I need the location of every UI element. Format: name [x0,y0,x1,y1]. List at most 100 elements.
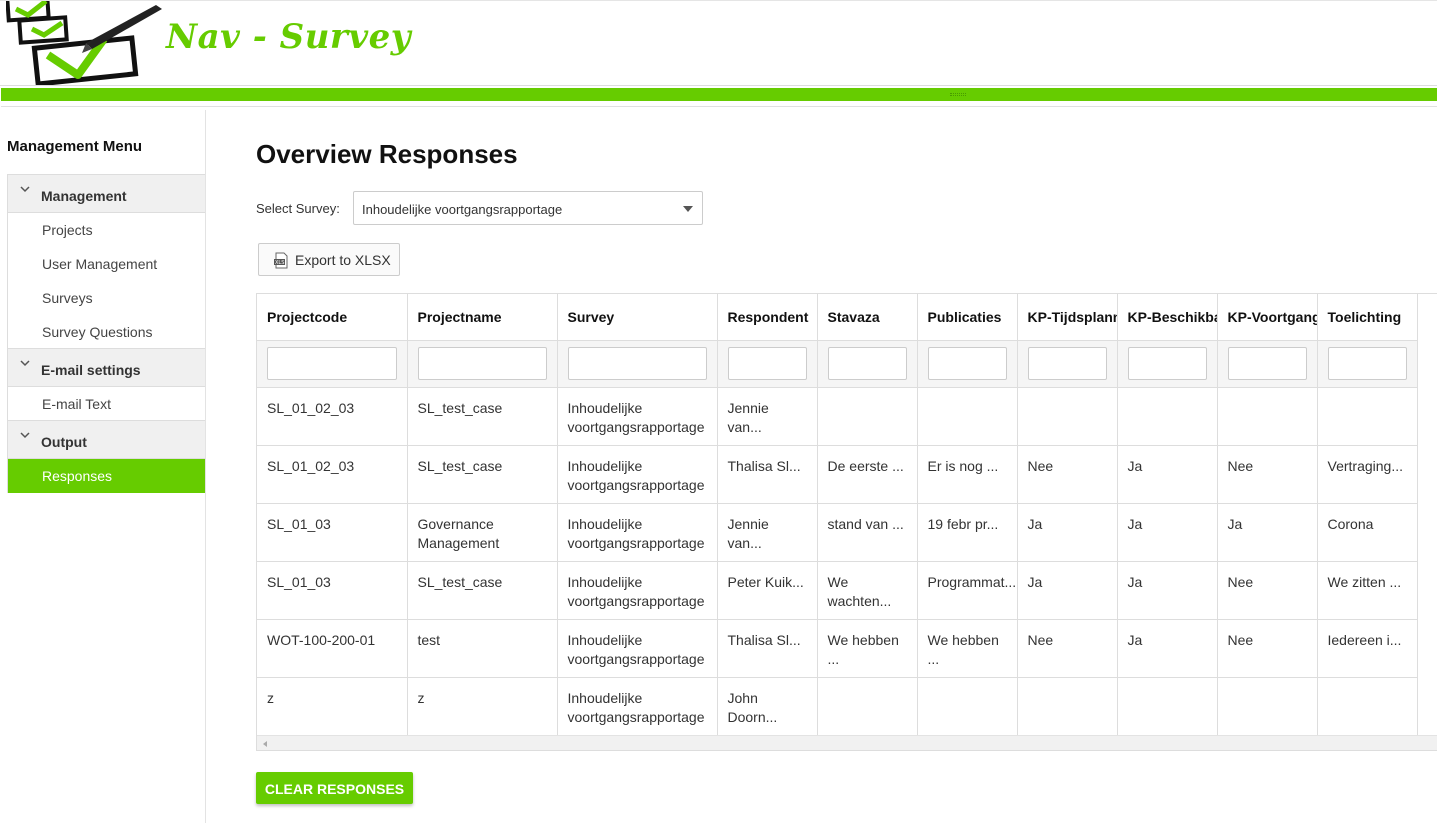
column-header[interactable]: Toelichting [1317,294,1418,341]
table-row[interactable]: SL_01_03 Governance Management Inhoudelijk… [257,503,1418,562]
column-header[interactable]: Projectname [407,294,558,341]
table-cell: Er is nog ... [917,445,1018,504]
sidebar-item-label: Surveys [42,290,93,306]
menu-group-output[interactable]: Output [7,421,205,459]
table-cell: Nee [1017,619,1118,678]
column-filter-input[interactable] [1327,347,1407,380]
select-survey-label: Select Survey: [256,201,340,216]
table-row[interactable]: SL_01_03 SL_test_case Inhoudelijke voortga… [257,561,1418,620]
filter-row [257,340,1418,388]
sidebar-item-responses[interactable]: Responses [7,459,205,493]
table-cell: Corona [1317,503,1418,562]
header-splitter[interactable] [1,88,1437,101]
column-filter-input[interactable] [1227,347,1307,380]
table-cell [1217,677,1318,736]
column-filter-input[interactable] [1027,347,1107,380]
sidebar-title: Management Menu [7,138,143,155]
sidebar-item-email-text[interactable]: E-mail Text [7,387,205,421]
survey-select[interactable]: Inhoudelijke voortgangsrapportage [353,191,703,225]
app-header: Nav - Survey [0,0,1437,86]
header-row: Projectcode Projectname Survey Respondent St… [257,294,1418,341]
checklist-logo-icon [6,1,162,85]
filter-cell [917,340,1018,388]
sidebar-item-user-management[interactable]: User Management [7,247,205,281]
table-cell: Ja [1117,561,1218,620]
column-header[interactable]: KP-Tijdsplanning [1017,294,1118,341]
sidebar-item-label: Survey Questions [42,324,153,340]
sidebar-item-label: E-mail Text [42,396,111,412]
table-cell: Ja [1117,503,1218,562]
splitter-grip-icon[interactable] [950,93,966,96]
column-header[interactable]: Survey [557,294,718,341]
table-cell: stand van ... [817,503,918,562]
column-filter-input[interactable] [417,347,547,380]
menu-group-label: Output [41,434,87,450]
table-cell [1017,677,1118,736]
table-cell: Inhoudelijke voortgangsrapportage [557,561,718,620]
app-logo-text: Nav - Survey [166,17,411,57]
table-cell: SL_01_03 [257,561,408,620]
column-header[interactable]: KP-Voortgang [1217,294,1318,341]
menu-group-management[interactable]: Management [7,175,205,213]
sidebar-item-label: Projects [42,222,93,238]
clear-responses-button[interactable]: CLEAR RESPONSES [256,772,413,804]
table-cell [1117,677,1218,736]
table-cell: Ja [1017,561,1118,620]
table-cell [1217,387,1318,446]
table-row[interactable]: SL_01_02_03 SL_test_case Inhoudelijke voor… [257,445,1418,504]
table-row[interactable]: SL_01_02_03 SL_test_case Inhoudelijke voor… [257,387,1418,446]
responses-table: Projectcode Projectname Survey Respondent St… [257,294,1418,736]
filter-cell [557,340,718,388]
table-cell: John Doorn... [717,677,818,736]
table-cell: 19 febr pr... [917,503,1018,562]
table-cell: We hebben ... [917,619,1018,678]
table-cell: SL_01_03 [257,503,408,562]
sidebar-item-label: User Management [42,256,158,272]
table-cell: We hebben ... [817,619,918,678]
filter-cell [1317,340,1418,388]
column-filter-input[interactable] [927,347,1007,380]
table-cell: Thalisa Sl... [717,619,818,678]
table-cell: Ja [1017,503,1118,562]
table-cell: SL_test_case [407,445,558,504]
column-header[interactable]: Stavaza [817,294,918,341]
menu-group-label: E-mail settings [41,362,141,378]
filter-cell [717,340,818,388]
table-cell: Inhoudelijke voortgangsrapportage [557,619,718,678]
page-title: Overview Responses [256,139,518,169]
menu-group-email-settings[interactable]: E-mail settings [7,349,205,387]
column-filter-input[interactable] [727,347,807,380]
column-header[interactable]: KP-Beschikbaarheid [1117,294,1218,341]
table-cell: Inhoudelijke voortgangsrapportage [557,503,718,562]
column-filter-input[interactable] [827,347,907,380]
table-row[interactable]: WOT-100-200-01 test Inhoudelijke voortgang… [257,619,1418,678]
survey-select-value: Inhoudelijke voortgangsrapportage [362,202,563,217]
table-cell [917,387,1018,446]
table-cell [1117,387,1218,446]
column-header[interactable]: Respondent [717,294,818,341]
sidebar-item-surveys[interactable]: Surveys [7,281,205,315]
column-filter-input[interactable] [267,347,397,380]
export-xlsx-button[interactable]: XLS Export to XLSX [258,243,400,276]
caret-down-icon [683,206,693,212]
table-cell [1317,387,1418,446]
column-filter-input[interactable] [567,347,707,380]
filter-cell [257,340,408,388]
scroll-left-icon[interactable] [263,741,267,747]
sidebar-item-projects[interactable]: Projects [7,213,205,247]
table-cell: WOT-100-200-01 [257,619,408,678]
table-cell: z [407,677,558,736]
table-cell [1317,677,1418,736]
column-header[interactable]: Projectcode [257,294,408,341]
table-cell: Inhoudelijke voortgangsrapportage [557,445,718,504]
column-filter-input[interactable] [1127,347,1207,380]
filter-cell [1017,340,1118,388]
table-row[interactable]: z z Inhoudelijke voortgangsrapportage John … [257,677,1418,736]
column-header[interactable]: Publicaties [917,294,1018,341]
table-cell: Inhoudelijke voortgangsrapportage [557,387,718,446]
sidebar-item-survey-questions[interactable]: Survey Questions [7,315,205,349]
table-cell [817,677,918,736]
table-cell: test [407,619,558,678]
filter-cell [1117,340,1218,388]
horizontal-scrollbar[interactable] [257,735,1437,750]
